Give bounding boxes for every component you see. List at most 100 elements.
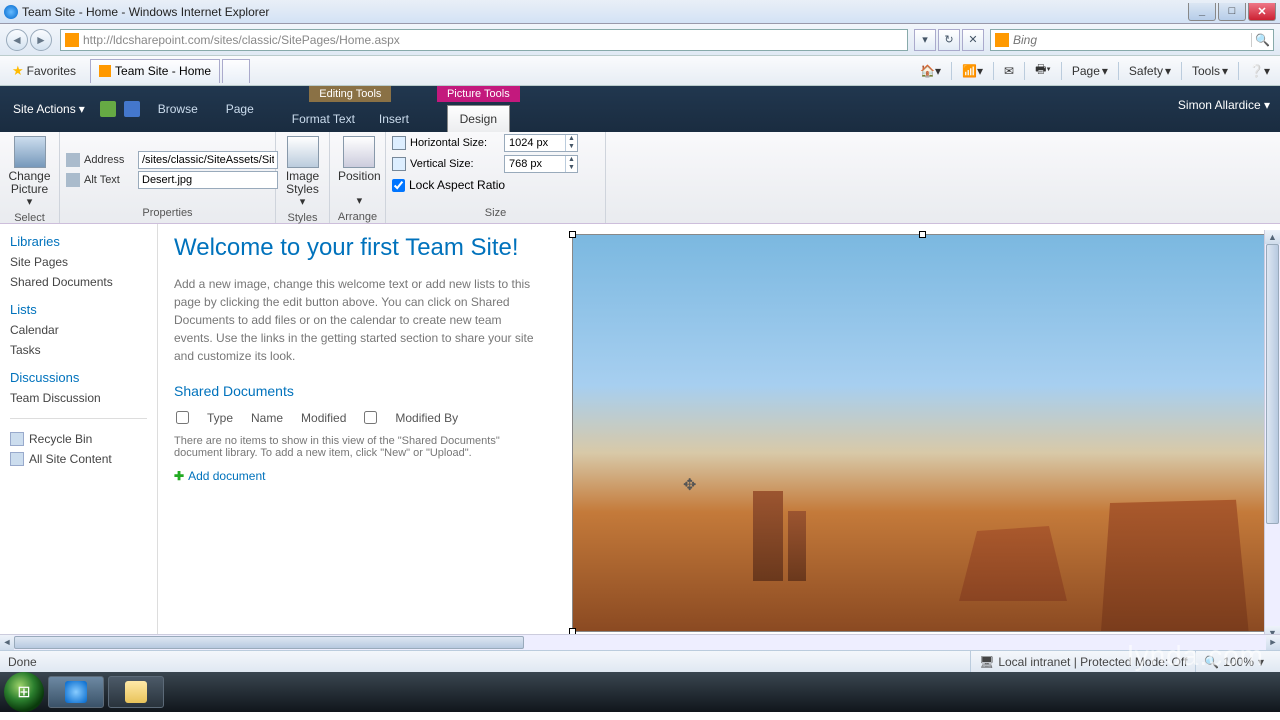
new-tab-button[interactable] (222, 59, 250, 83)
search-go-button[interactable]: 🔍 (1251, 33, 1273, 47)
page-content: Libraries Site Pages Shared Documents Li… (0, 224, 1280, 634)
hscroll-thumb[interactable] (14, 636, 524, 649)
forward-button[interactable]: ► (30, 29, 52, 51)
scroll-up-arrow[interactable]: ▲ (1265, 230, 1280, 244)
ql-calendar[interactable]: Calendar (10, 320, 147, 340)
print-menu[interactable]: 🖶▾ (1031, 58, 1055, 83)
zoom-control[interactable]: 🔍 100% ▾ (1195, 651, 1272, 672)
site-actions-menu[interactable]: Site Actions ▾ (6, 97, 92, 121)
vsize-down[interactable]: ▼ (566, 164, 577, 172)
ql-shared-documents[interactable]: Shared Documents (10, 272, 147, 292)
taskbar-ie[interactable] (48, 676, 104, 708)
col-modified-by[interactable]: Modified By (395, 411, 458, 425)
hsize-input[interactable] (505, 137, 565, 149)
search-bar[interactable]: 🔍 (990, 29, 1274, 51)
edit-page-icon[interactable] (124, 101, 140, 117)
tab-insert[interactable]: Insert (367, 106, 421, 132)
change-picture-button[interactable]: Change Picture ▾ (6, 134, 53, 210)
navigate-up-icon[interactable] (100, 101, 116, 117)
feeds-menu[interactable]: 📶▾ (958, 62, 987, 80)
status-bar: Done 🖥 Local intranet | Protected Mode: … (0, 650, 1280, 672)
scroll-left-arrow[interactable]: ◄ (0, 635, 14, 650)
ql-tasks[interactable]: Tasks (10, 340, 147, 360)
hsize-spinner[interactable]: ▲▼ (504, 134, 578, 152)
tools-menu[interactable]: Tools▾ (1188, 62, 1232, 80)
home-menu[interactable]: 🏠▾ (916, 62, 945, 80)
address-icon (66, 153, 80, 167)
vsize-input[interactable] (505, 158, 565, 170)
command-bar: 🏠▾ 📶▾ ✉ 🖶▾ Page▾ Safety▾ Tools▾ ❔▾ (916, 58, 1274, 83)
desert-image (573, 235, 1273, 631)
ql-lists-head[interactable]: Lists (10, 302, 147, 317)
vsize-up[interactable]: ▲ (566, 156, 577, 164)
quick-launch: Libraries Site Pages Shared Documents Li… (0, 224, 158, 634)
refresh-button[interactable]: ↻ (938, 29, 960, 51)
image-styles-button[interactable]: Image Styles ▾ (282, 134, 323, 210)
shared-docs-empty-msg: There are no items to show in this view … (174, 435, 542, 459)
address-input[interactable] (138, 151, 278, 169)
page-menu[interactable]: Page▾ (1068, 62, 1112, 80)
tab-page[interactable]: Page (216, 96, 264, 122)
ie-task-icon (65, 681, 87, 703)
editing-tools-label: Editing Tools (309, 86, 391, 102)
hsize-up[interactable]: ▲ (566, 135, 577, 143)
ql-all-site-content[interactable]: All Site Content (10, 449, 147, 469)
browser-tab[interactable]: Team Site - Home (90, 59, 220, 83)
ql-team-discussion[interactable]: Team Discussion (10, 388, 147, 408)
position-icon (343, 136, 375, 168)
hsize-down[interactable]: ▼ (566, 143, 577, 151)
start-button[interactable]: ⊞ (4, 672, 44, 712)
taskbar-explorer[interactable] (108, 676, 164, 708)
tab-format-text[interactable]: Format Text (280, 106, 367, 132)
taskbar: ⊞ (0, 672, 1280, 712)
resize-handle-tl[interactable] (569, 231, 576, 238)
help-menu[interactable]: ❔▾ (1245, 62, 1274, 80)
position-button[interactable]: Position▾ (336, 134, 383, 209)
maximize-button[interactable]: □ (1218, 3, 1246, 21)
alt-text-input[interactable] (138, 171, 278, 189)
sd-col-check[interactable] (364, 411, 377, 424)
search-input[interactable] (1013, 33, 1251, 47)
col-modified[interactable]: Modified (301, 411, 346, 425)
security-zone[interactable]: 🖥 Local intranet | Protected Mode: Off (970, 651, 1195, 672)
vsize-icon (392, 157, 406, 171)
lock-aspect-checkbox[interactable] (392, 179, 405, 192)
add-document-link[interactable]: ✚ Add document (174, 469, 542, 483)
col-type[interactable]: Type (207, 411, 233, 425)
group-properties-label: Properties (66, 205, 269, 221)
minimize-button[interactable]: _ (1188, 3, 1216, 21)
tab-browse[interactable]: Browse (148, 96, 208, 122)
mail-menu[interactable]: ✉ (1000, 62, 1018, 80)
vertical-scrollbar[interactable]: ▲ ▼ (1264, 230, 1280, 640)
url-dropdown[interactable]: ▾ (914, 29, 936, 51)
user-menu[interactable]: Simon Allardice ▾ (1178, 98, 1270, 112)
vscroll-thumb[interactable] (1266, 244, 1279, 524)
tab-design[interactable]: Design (447, 105, 510, 132)
address-bar[interactable] (60, 29, 908, 51)
hsize-icon (392, 136, 406, 150)
sd-select-all[interactable] (176, 411, 189, 424)
alt-text-icon (66, 173, 80, 187)
resize-handle-tm[interactable] (919, 231, 926, 238)
horizontal-scrollbar[interactable]: ◄ ► (0, 634, 1280, 650)
picture-tools-label: Picture Tools (437, 86, 520, 102)
ql-discussions-head[interactable]: Discussions (10, 370, 147, 385)
vsize-spinner[interactable]: ▲▼ (504, 155, 578, 173)
ql-site-pages[interactable]: Site Pages (10, 252, 147, 272)
url-input[interactable] (83, 33, 907, 47)
scroll-right-arrow[interactable]: ► (1266, 635, 1280, 650)
shared-docs-heading[interactable]: Shared Documents (174, 383, 542, 399)
group-size-label: Size (392, 205, 599, 221)
stop-button[interactable]: ✕ (962, 29, 984, 51)
ql-libraries-head[interactable]: Libraries (10, 234, 147, 249)
safety-menu[interactable]: Safety▾ (1125, 62, 1175, 80)
favorites-label: Favorites (27, 64, 76, 78)
back-button[interactable]: ◄ (6, 29, 28, 51)
close-button[interactable]: ✕ (1248, 3, 1276, 21)
col-name[interactable]: Name (251, 411, 283, 425)
ql-recycle-bin[interactable]: Recycle Bin (10, 429, 147, 449)
welcome-heading: Welcome to your first Team Site! (174, 234, 542, 263)
bing-icon (995, 33, 1009, 47)
favorites-button[interactable]: ★ Favorites (6, 61, 82, 81)
selected-image[interactable]: ✥ (572, 234, 1274, 632)
